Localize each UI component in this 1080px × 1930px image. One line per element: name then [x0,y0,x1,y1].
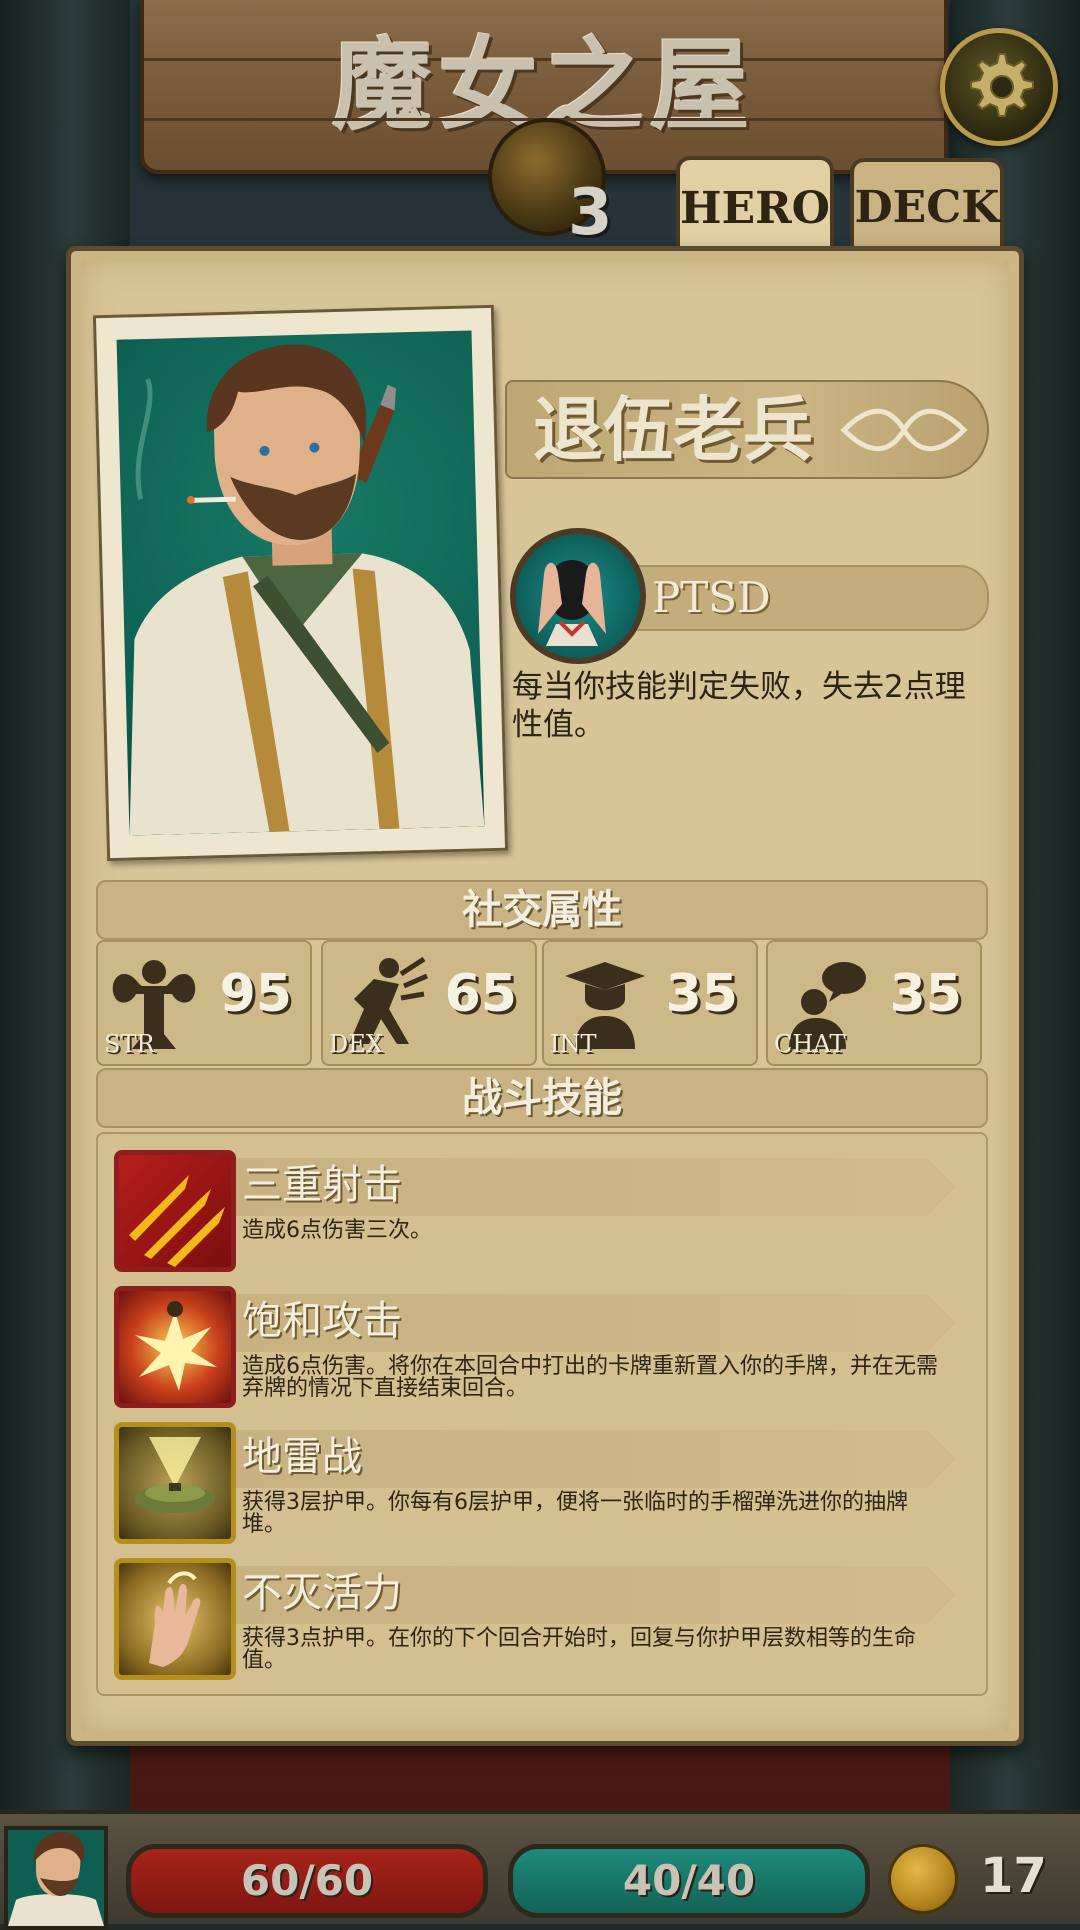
tab-deck[interactable]: DECK [850,158,1004,252]
skill-name: 不灭活力 [242,1570,402,1616]
skill-description: 获得3点护甲。在你的下个回合开始时，回复与你护甲层数相等的生命值。 [242,1626,916,1673]
level-number: 3 [568,176,613,250]
skills-panel: 三重射击 造成6点伤害三次。 饱和攻击 造成6点伤害。将你在本回合中打出的卡牌重… [96,1132,988,1696]
stat-int-value: 35 [665,964,738,1024]
stat-dex: 65 DEX [321,940,537,1066]
skill-item[interactable]: 饱和攻击 造成6点伤害。将你在本回合中打出的卡牌重新置入你的手牌，并在无需弃牌的… [98,1270,986,1408]
coin-count: 17 [980,1848,1047,1904]
soldier-portrait [129,344,485,836]
trait-description: 每当你技能判定失败，失去2点理性值。 [512,669,966,743]
skill-icon-frame [114,1422,236,1544]
stat-str-label: STR [104,1030,155,1058]
stat-int-label: INT [550,1030,597,1058]
skill-icon-frame [114,1558,236,1680]
skill-name: 三重射击 [242,1162,402,1208]
health-value: 60/60 [240,1856,374,1905]
skill-description: 造成6点伤害三次。 [242,1218,432,1243]
head-in-hands-icon [538,560,606,646]
stat-int: 35 INT [542,940,758,1066]
stat-dex-label: DEX [329,1030,383,1058]
stat-chat-label: CHAT [774,1030,846,1058]
skill-description: 获得3层护甲。你每有6层护甲，便将一张临时的手榴弹洗进你的抽牌堆。 [242,1490,908,1537]
coin-icon [888,1844,958,1914]
stat-str-value: 95 [219,964,292,1024]
skill-item[interactable]: 地雷战 获得3层护甲。你每有6层护甲，便将一张临时的手榴弹洗进你的抽牌堆。 [98,1406,986,1544]
stat-str: 95 STR [96,940,312,1066]
trait-bar: PTSD [630,565,989,631]
triple-bullet-icon [129,1175,225,1267]
sanity-bar: 40/40 [508,1844,870,1918]
landmine-icon [135,1437,215,1513]
portrait-frame [92,304,509,862]
avatar[interactable] [4,1826,108,1930]
trait-icon-frame[interactable] [510,528,646,664]
skill-item[interactable]: 不灭活力 获得3点护甲。在你的下个回合开始时，回复与你护甲层数相等的生命值。 [98,1542,986,1680]
tab-hero[interactable]: HERO [676,156,834,256]
hero-name: 退伍老兵 [533,388,813,471]
bottom-hud: 60/60 40/40 17 [0,1810,1080,1930]
hero-portrait [116,330,485,836]
skill-name: 地雷战 [242,1434,362,1480]
hero-name-banner: 退伍老兵 [505,380,989,479]
explosion-icon [135,1301,217,1391]
skill-name: 饱和攻击 [242,1298,402,1344]
combat-skills-header: 战斗技能 [96,1068,988,1128]
skill-item[interactable]: 三重射击 造成6点伤害三次。 [98,1134,986,1272]
skill-icon-frame [114,1150,236,1272]
skill-description: 造成6点伤害。将你在本回合中打出的卡牌重新置入你的手牌，并在无需弃牌的情况下直接… [242,1354,938,1401]
social-attributes-header: 社交属性 [96,880,988,940]
settings-button[interactable] [940,28,1058,146]
health-bar: 60/60 [126,1844,488,1918]
glowing-hand-icon [149,1571,201,1667]
stat-chat: 35 CHAT [766,940,982,1066]
sanity-value: 40/40 [622,1856,756,1905]
stats-row: 95 STR 65 DEX 35 INT 35 CHAT [96,940,984,1066]
stat-dex-value: 65 [444,964,517,1024]
gear-icon [970,53,1034,117]
stat-chat-value: 35 [889,964,962,1024]
knot-ornament-icon [840,408,968,452]
hero-avatar-icon [8,1831,104,1926]
trait-name: PTSD [652,573,771,622]
skill-icon-frame [114,1286,236,1408]
